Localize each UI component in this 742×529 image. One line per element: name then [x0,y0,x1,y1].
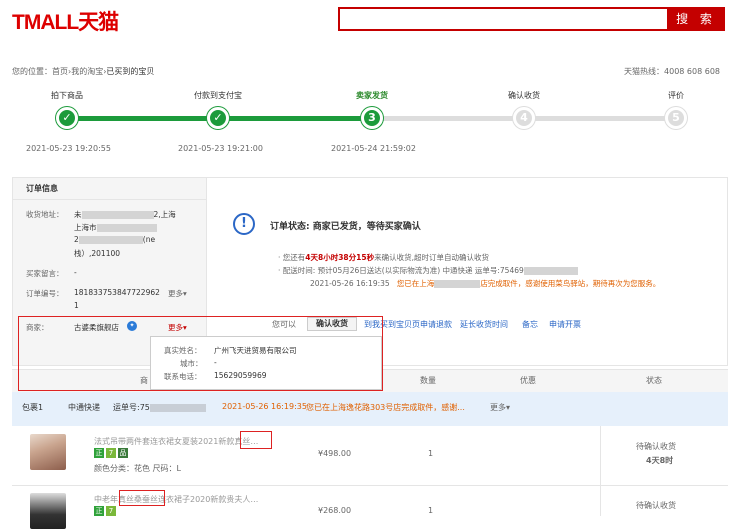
more-text: 更多 [168,289,183,298]
tmall-logo[interactable]: TMALL天猫 [12,6,119,36]
message-label: 买家留言： [26,269,64,278]
countdown-post: 来确认收货,超时订单自动确认收货 [374,253,489,262]
genuine-tag-icon: 正 [94,506,104,516]
product-thumbnail[interactable] [30,434,66,470]
step-3-circle: 3 [361,107,383,129]
breadcrumb-my-taobao[interactable]: 我的淘宝 [71,67,103,76]
product-name-a: 中老年 [94,495,118,504]
redacted-block [434,280,481,288]
package-more-text: 更多 [490,403,506,412]
search-button[interactable]: 搜 索 [667,7,725,31]
breadcrumb: 您的位置：首页›我的淘宝›已买到的宝贝 [12,66,154,77]
address-text: (ne [142,235,156,244]
order-more-dropdown[interactable]: 更多▾ [168,288,187,299]
genuine-tag-icon: 正 [94,448,104,458]
address-text: 2,上海 [153,210,176,219]
search-input[interactable] [338,7,667,31]
address-label: 收货地址： [26,210,64,219]
package-label: 包裹1 [22,403,44,412]
countdown-pre: · 您还有 [278,253,306,262]
seven-day-return-tag-icon: 7 [106,448,116,458]
countdown-line: · 您还有4天8小时38分15秒来确认收货,超时订单自动确认收货 [278,252,489,263]
annotation-box [18,316,383,391]
item-countdown: 4天8时 [646,456,674,465]
step-label-3: 卖家发货 [356,91,388,100]
address-line-3: 2 (ne [74,235,155,244]
delivery-line: · 配送时间: 预计05月26日送达(以实际物流为准) 中通快递 运单号:754… [278,265,578,276]
countdown-time: 4天8小时38分15秒 [305,253,375,262]
pickup-msg-b: 店完成取件，感谢使用菜鸟驿站，期待再次为您服务。 [480,279,661,288]
exclamation-icon: ! [233,213,255,235]
step-2-time: 2021-05-23 19:21:00 [178,144,263,153]
step-1-check-icon: ✓ [56,107,78,129]
package-more-dropdown[interactable]: 更多▾ [490,402,510,413]
annotation-box [119,490,165,506]
address-text: 未 [74,210,82,219]
redacted-block [149,403,206,412]
quality-tag-icon: 品 [118,448,128,458]
product-name-c: 连衣裙子2020新款贵夫人… [158,495,259,504]
step-label-2: 付款到支付宝 [194,91,242,100]
redacted-block [96,224,157,232]
col-discount: 优惠 [520,376,536,385]
seven-day-return-tag-icon: 7 [106,506,116,516]
package-msg: 您已在上海逸花路303号店完成取件，感谢... [306,403,465,412]
product-price: ¥498.00 [318,449,352,458]
step-5-circle: 5 [665,107,687,129]
item-status: 待确认收货 [636,442,676,451]
item-status: 待确认收货 [636,501,676,510]
product-thumbnail[interactable] [30,493,66,529]
divider [12,199,207,200]
breadcrumb-current: 已买到的宝贝 [106,67,155,76]
pickup-msg-a: 您已在上海 [396,279,435,288]
col-qty: 数量 [420,376,436,385]
address-text: 上海市 [74,223,97,232]
tracking-prefix: 运单号:75 [113,403,150,412]
product-tags: 正7品 [94,448,130,458]
address-line-2: 上海市 [74,222,157,233]
order-no-value: 181833753847722962 [74,288,160,297]
annotation-box [240,431,272,449]
order-no-value-cont: 1 [74,301,79,310]
product-price: ¥268.00 [318,506,352,515]
step-4-circle: 4 [513,107,535,129]
order-info-title: 订单信息 [26,184,58,193]
divider [600,486,601,516]
package-courier: 中通快递 [68,403,100,412]
package-time: 2021-05-26 16:19:35 [222,402,307,411]
step-label-5: 评价 [668,91,684,100]
pickup-line: 2021-05-26 16:19:35 您已在上海 店完成取件，感谢使用菜鸟驿站，… [310,278,660,289]
step-label-4: 确认收货 [508,91,540,100]
extend-receipt-link[interactable]: 延长收货时间 [460,319,508,330]
product-name[interactable]: 法式吊带两件套连衣裙女夏装2021新款真丝… [94,436,258,447]
memo-link[interactable]: 备忘 [522,319,538,330]
product-qty: 1 [428,506,434,515]
step-2-check-icon: ✓ [207,107,229,129]
product-qty: 1 [428,449,434,458]
address-line-1: 未 2,上海 [74,209,176,220]
delivery-text: · 配送时间: 预计05月26日送达(以实际物流为准) 中通快递 运单号:754… [278,266,524,275]
product-tags: 正7 [94,506,118,516]
pickup-time: 2021-05-26 16:19:35 [310,279,390,288]
invoice-link[interactable]: 申请开票 [549,319,581,330]
order-no-label: 订单编号： [26,289,64,298]
redacted-block [523,267,578,275]
breadcrumb-prefix: 您的位置： [12,67,52,76]
redacted-block [78,236,143,244]
product-attributes: 颜色分类：花色 尺码：L [94,464,181,473]
col-status: 状态 [646,376,662,385]
breadcrumb-home[interactable]: 首页 [52,67,68,76]
step-3-time: 2021-05-24 21:59:02 [331,144,416,153]
message-value: - [74,268,77,277]
hotline: 天猫热线：4008 608 608 [624,67,720,76]
product-name-a: 法式吊带两件套连衣裙女夏装2021新款 [94,437,235,446]
step-1-time: 2021-05-23 19:20:55 [26,144,111,153]
package-tracking: 运单号:75 [113,402,206,413]
step-label-1: 拍下商品 [51,91,83,100]
redacted-block [81,211,154,219]
order-status-title: 订单状态: 商家已发货，等待买家确认 [270,222,421,232]
address-line-4: 栈）,201100 [74,249,121,258]
divider [600,426,601,486]
